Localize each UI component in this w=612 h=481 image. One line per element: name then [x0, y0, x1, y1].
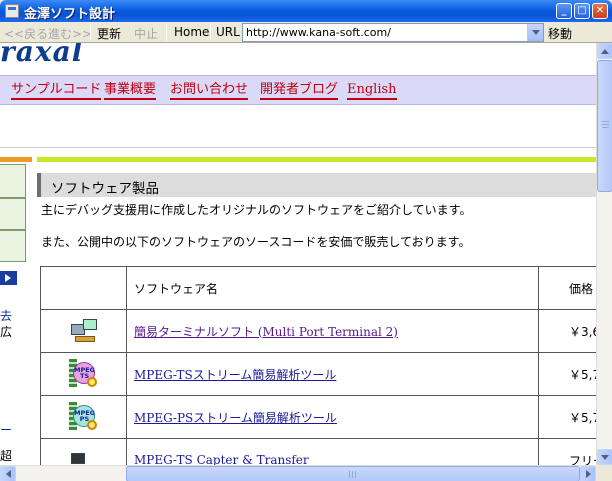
- window-title: 金澤ソフト設計: [24, 7, 116, 22]
- app-icon: [5, 4, 19, 18]
- site-logo[interactable]: raxal: [0, 43, 83, 68]
- product-table: ソフトウェア名 価格 簡易ターミナルソフト (Multi Port Termin…: [40, 266, 596, 465]
- toolbar-separator: [210, 24, 211, 41]
- minimize-button[interactable]: _: [556, 3, 572, 19]
- table-header-icon: [40, 266, 127, 310]
- capture-device-icon[interactable]: [69, 445, 99, 465]
- intro-text-1: 主にデバッグ支援用に作成したオリジナルのソフトウェアをご紹介しています。: [41, 203, 472, 217]
- horizontal-scroll-thumb[interactable]: [126, 466, 580, 481]
- arrow-right-icon[interactable]: [0, 271, 17, 285]
- table-row: MPEG-TS Capter & Transfer フリーウ: [40, 438, 596, 465]
- table-header-name: ソフトウェア名: [126, 266, 539, 310]
- nav-business-overview[interactable]: 事業概要: [104, 82, 157, 100]
- toolbar-separator: [90, 24, 91, 41]
- sidebar-menu-item[interactable]: [0, 230, 26, 262]
- product-price: ￥3,67: [538, 309, 596, 353]
- home-button[interactable]: Home: [174, 25, 209, 39]
- site-nav: サンプルコード 事業概要 お問い合わせ 開発者ブログ English: [0, 75, 596, 105]
- table-row: MPEG TS MPEG-TSストリーム簡易解析ツール ￥5,7: [40, 352, 596, 396]
- vertical-scrollbar[interactable]: [596, 43, 612, 465]
- sidebar-menu-item[interactable]: [0, 198, 26, 230]
- horizontal-scrollbar[interactable]: [0, 465, 596, 481]
- toolbar-separator: [166, 24, 167, 41]
- sidebar-accent-bar: [0, 157, 32, 162]
- browser-toolbar: <<戻る 進む>> 更新 中止 Home URL http://www.kana…: [0, 22, 612, 43]
- sidebar-menu-item[interactable]: [0, 164, 26, 198]
- refresh-button[interactable]: 更新: [97, 25, 121, 42]
- mpeg-ts-icon[interactable]: MPEG TS: [68, 359, 99, 389]
- maximize-button[interactable]: □: [574, 3, 590, 19]
- intro-text-2: また、公開中の以下のソフトウェアのソースコードを安価で販売しております。: [41, 235, 471, 249]
- url-value: http://www.kana-soft.com/: [246, 26, 391, 39]
- close-button[interactable]: ✕: [592, 3, 608, 19]
- url-label: URL: [216, 25, 240, 39]
- scroll-up-button[interactable]: [597, 43, 612, 59]
- table-header-price: 価格: [538, 266, 596, 310]
- nav-sample-code[interactable]: サンプルコード: [11, 82, 102, 100]
- product-link[interactable]: MPEG-PSストリーム簡易解析ツール: [134, 411, 337, 425]
- terminal-pc-icon[interactable]: [69, 316, 99, 346]
- section-header: ソフトウェア製品: [37, 173, 596, 197]
- content-accent-bar: [37, 157, 596, 162]
- nav-english[interactable]: English: [347, 82, 397, 100]
- sidebar-text: 超: [0, 449, 13, 463]
- product-link[interactable]: MPEG-TS Capter & Transfer: [134, 453, 309, 465]
- table-header-row: ソフトウェア名 価格: [40, 266, 596, 310]
- section-title: ソフトウェア製品: [51, 181, 159, 197]
- url-input[interactable]: http://www.kana-soft.com/: [242, 23, 544, 42]
- product-price: ￥5,7: [538, 395, 596, 439]
- table-row: MPEG PS MPEG-PSストリーム簡易解析ツール ￥5,7: [40, 395, 596, 439]
- back-button[interactable]: <<戻る: [4, 25, 48, 42]
- stop-button[interactable]: 中止: [134, 25, 158, 42]
- sidebar-text: 広: [0, 325, 13, 339]
- go-button[interactable]: 移動: [548, 25, 572, 42]
- mpeg-ps-icon[interactable]: MPEG PS: [68, 402, 99, 432]
- nav-developer-blog[interactable]: 開発者ブログ: [260, 82, 339, 100]
- scroll-right-button[interactable]: [580, 466, 596, 481]
- url-dropdown-button[interactable]: [527, 24, 543, 41]
- scroll-down-button[interactable]: [597, 449, 612, 465]
- product-link[interactable]: MPEG-TSストリーム簡易解析ツール: [134, 368, 336, 382]
- divider: [0, 147, 596, 148]
- product-price: ￥5,7: [538, 352, 596, 396]
- vertical-scroll-thumb[interactable]: [597, 60, 612, 192]
- sidebar-text[interactable]: 去: [0, 307, 12, 324]
- nav-contact[interactable]: お問い合わせ: [170, 82, 249, 100]
- product-link[interactable]: 簡易ターミナルソフト (Multi Port Terminal 2): [134, 325, 398, 339]
- title-bar[interactable]: 金澤ソフト設計 _ □ ✕: [0, 0, 612, 22]
- product-price: フリーウ: [538, 438, 596, 465]
- forward-button[interactable]: 進む>>: [48, 25, 92, 42]
- sidebar-text[interactable]: ー: [0, 421, 12, 438]
- table-row: 簡易ターミナルソフト (Multi Port Terminal 2) ￥3,67: [40, 309, 596, 353]
- web-viewport: raxal サンプルコード 事業概要 お問い合わせ 開発者ブログ English…: [0, 43, 596, 465]
- scroll-left-button[interactable]: [0, 466, 16, 481]
- size-grip[interactable]: [596, 465, 612, 481]
